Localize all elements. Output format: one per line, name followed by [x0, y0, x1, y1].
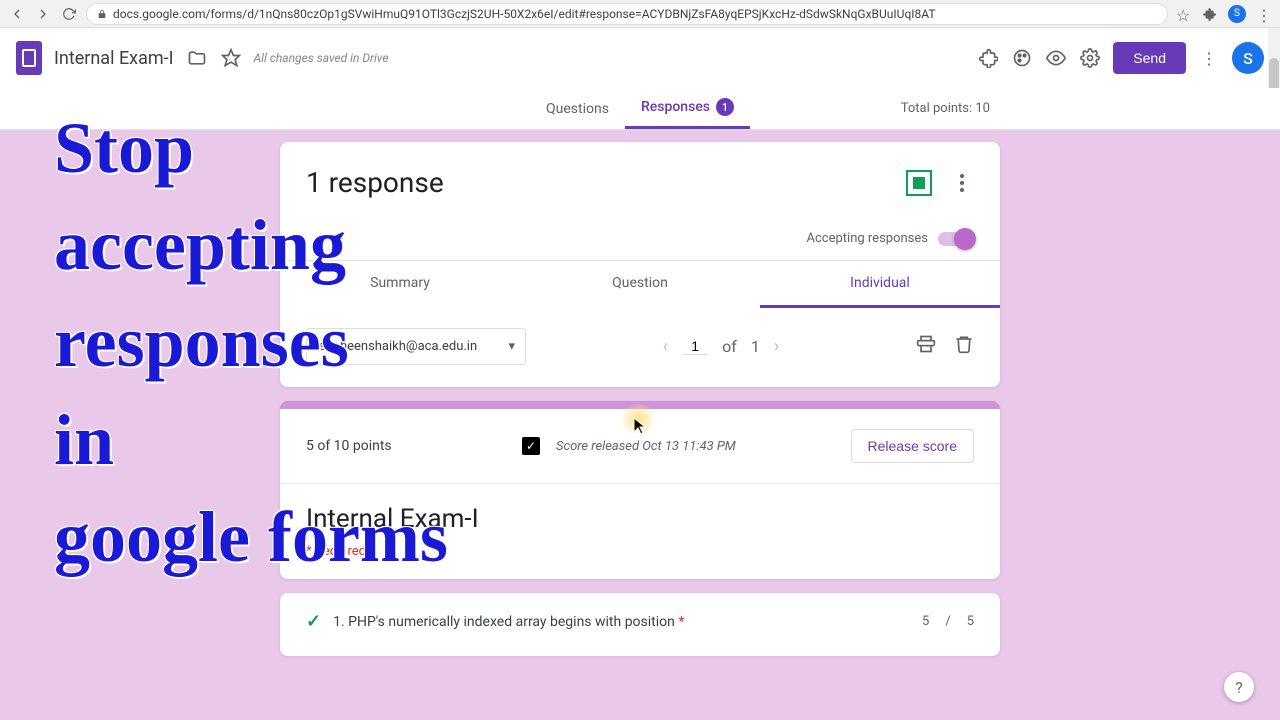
response-subtabs: Summary Question Individual	[280, 260, 1000, 308]
tab-questions-label: Questions	[546, 101, 609, 117]
browser-menu-icon[interactable]: ⋮	[1256, 6, 1272, 22]
delete-icon[interactable]	[954, 334, 974, 359]
forward-icon[interactable]	[34, 5, 52, 23]
responses-card: 1 response Accepting responses Summary Q…	[280, 142, 1000, 387]
question-score: 5 / 5	[922, 614, 974, 629]
more-icon[interactable]: ⋮	[1198, 47, 1220, 69]
subtab-individual[interactable]: Individual	[760, 261, 1000, 308]
tab-responses-label: Responses	[641, 99, 710, 115]
document-title[interactable]: Internal Exam-I	[54, 48, 174, 69]
star-outline-icon[interactable]: ☆	[1176, 6, 1192, 22]
settings-icon[interactable]	[1079, 47, 1101, 69]
forms-header: Internal Exam-I All changes saved in Dri…	[0, 28, 1280, 88]
form-title: Internal Exam-I	[306, 504, 974, 534]
pager-total: 1	[751, 337, 760, 356]
next-response-icon[interactable]: ›	[774, 336, 779, 357]
released-checkbox-icon: ✓	[522, 437, 540, 455]
total-points-label: Total points: 10	[901, 101, 990, 116]
lock-icon	[97, 9, 107, 19]
account-avatar[interactable]: S	[1232, 42, 1264, 74]
released-text: Score released Oct 13 11:43 PM	[556, 439, 835, 454]
sheets-icon[interactable]	[906, 170, 932, 196]
question-text-content: 1. PHP's numerically indexed array begin…	[333, 614, 678, 630]
browser-profile-avatar[interactable]: S	[1228, 5, 1246, 23]
question-text: 1. PHP's numerically indexed array begin…	[333, 614, 910, 630]
star-icon[interactable]	[220, 47, 242, 69]
preview-icon[interactable]	[1045, 47, 1067, 69]
reload-icon[interactable]	[60, 5, 78, 23]
cursor-icon	[634, 418, 646, 434]
accepting-label: Accepting responses	[807, 231, 929, 246]
extensions-icon[interactable]	[1202, 6, 1218, 22]
subtab-question[interactable]: Question	[520, 261, 760, 308]
url-bar[interactable]: docs.google.com/forms/d/1nQns80czOp1gSVw…	[86, 3, 1168, 25]
responses-menu-icon[interactable]	[950, 174, 974, 192]
help-icon[interactable]: ?	[1224, 672, 1254, 702]
forms-logo-icon[interactable]	[16, 41, 42, 75]
addons-icon[interactable]	[977, 47, 999, 69]
subtab-summary[interactable]: Summary	[280, 261, 520, 308]
print-icon[interactable]	[916, 334, 936, 359]
tab-questions[interactable]: Questions	[530, 91, 625, 127]
back-icon[interactable]	[8, 5, 26, 23]
responses-count-badge: 1	[716, 98, 734, 116]
prev-response-icon[interactable]: ‹	[663, 336, 668, 357]
save-status: All changes saved in Drive	[254, 51, 389, 65]
theme-icon[interactable]	[1011, 47, 1033, 69]
form-tabs: Questions Responses 1 Total points: 10	[0, 88, 1280, 130]
url-text: docs.google.com/forms/d/1nQns80czOp1gSVw…	[113, 7, 936, 21]
send-button[interactable]: Send	[1113, 42, 1186, 74]
pager-current-input[interactable]	[682, 338, 708, 355]
folder-icon[interactable]	[186, 47, 208, 69]
pager-of-label: of	[722, 337, 737, 356]
response-pager: ‹ of 1 ›	[544, 336, 898, 357]
required-label: Required	[306, 544, 974, 559]
browser-toolbar: docs.google.com/forms/d/1nQns80czOp1gSVw…	[0, 0, 1280, 28]
respondent-select[interactable]: shaheenshaikh@aca.edu.in	[306, 328, 526, 365]
question-score-max: 5	[967, 614, 974, 629]
tab-responses[interactable]: Responses 1	[625, 88, 750, 129]
accepting-toggle[interactable]	[938, 232, 974, 246]
responses-title: 1 response	[306, 166, 906, 199]
respondent-email: shaheenshaikh@aca.edu.in	[319, 339, 477, 354]
question-card-1: ✓ 1. PHP's numerically indexed array beg…	[280, 593, 1000, 656]
points-text: 5 of 10 points	[306, 438, 506, 454]
release-score-button[interactable]: Release score	[851, 429, 975, 463]
score-divider: /	[945, 614, 950, 629]
question-score-earned: 5	[922, 614, 929, 629]
correct-check-icon: ✓	[306, 611, 321, 632]
